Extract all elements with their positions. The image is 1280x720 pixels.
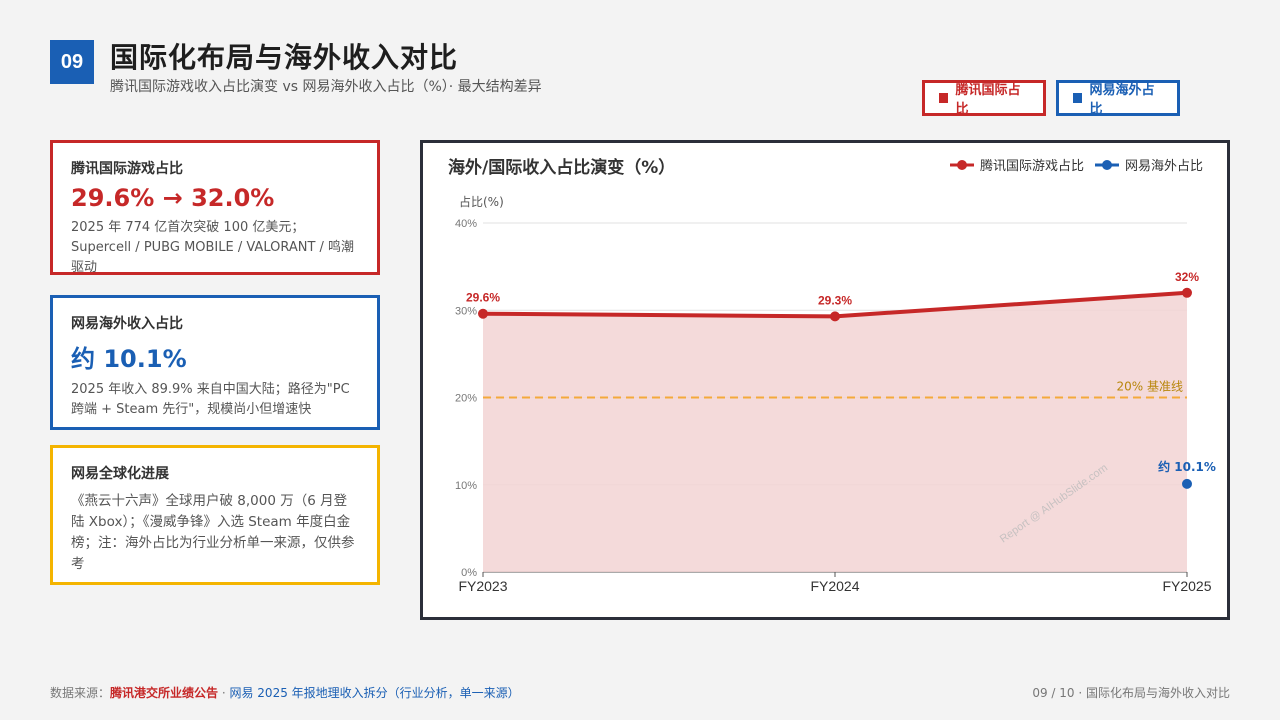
x-tick-label: FY2025 — [1162, 578, 1211, 594]
y-axis-label: 占比(%) — [459, 194, 504, 209]
page-subtitle: 腾讯国际游戏收入占比演变 vs 网易海外收入占比（%）· 最大结构差异 — [110, 79, 542, 95]
legend-label-tencent: 腾讯国际游戏占比 — [980, 158, 1084, 174]
legend-tag-label: 网易海外占比 — [1089, 83, 1155, 117]
chart-title: 海外/国际收入占比演变（%） — [448, 157, 675, 178]
x-tick-label: FY2023 — [458, 578, 507, 594]
card-netease-global: 网易全球化进展 《燕云十六声》全球用户破 8,000 万（6 月登陆 Xbox）… — [50, 445, 380, 585]
data-point-tencent — [478, 308, 488, 319]
page-title: 国际化布局与海外收入对比 — [110, 41, 459, 74]
legend-square-icon — [939, 93, 949, 103]
footer-source-prefix: 数据来源： — [50, 686, 111, 700]
card-title: 网易全球化进展 — [71, 466, 169, 482]
card-title: 网易海外收入占比 — [71, 316, 183, 332]
card-netease-overseas: 网易海外收入占比 约 10.1% 2025 年收入 89.9% 来自中国大陆；路… — [50, 295, 380, 430]
data-label-tencent: 32% — [1175, 270, 1199, 284]
legend-marker-tencent — [957, 160, 967, 170]
card-title: 腾讯国际游戏占比 — [71, 161, 183, 177]
card-description: 2025 年收入 89.9% 来自中国大陆；路径为"PC 跨端 + Steam … — [71, 382, 350, 417]
data-label-tencent: 29.3% — [818, 293, 852, 307]
legend-square-icon — [1073, 93, 1083, 103]
card-description: 《燕云十六声》全球用户破 8,000 万（6 月登陆 Xbox）；《漫威争锋》入… — [71, 493, 355, 572]
footer-page-info: 09 / 10 · 国际化布局与海外收入对比 — [1032, 686, 1230, 700]
y-tick-label: 20% — [455, 393, 477, 405]
chart-panel: 海外/国际收入占比演变（%） 占比(%) 0% 10% 20% 30% 40% FY2023 F… — [420, 140, 1230, 620]
legend-tag-netease: 网易海外占比 — [1056, 80, 1180, 117]
data-label-netease: 约 10.1% — [1158, 459, 1216, 474]
legend-tag-tencent: 腾讯国际占比 — [922, 80, 1046, 117]
card-value: 约 10.1% — [71, 345, 187, 373]
series-area-tencent — [483, 292, 1187, 572]
card-description: 2025 年 774 亿首次突破 100 亿美元；Supercell / PUB… — [71, 220, 355, 275]
data-point-tencent — [830, 311, 840, 322]
footer-source: 数据来源：腾讯港交所业绩公告 · 网易 2025 年报地理收入拆分（行业分析，单… — [50, 684, 520, 701]
footer-source-tencent: 腾讯港交所业绩公告 — [110, 686, 219, 700]
legend-tag-label: 腾讯国际占比 — [955, 83, 1021, 117]
y-tick-label: 30% — [455, 305, 477, 317]
reference-line-label: 20% 基准线 — [1117, 380, 1184, 394]
card-tencent-intl: 腾讯国际游戏占比 29.6% → 32.0% 2025 年 774 亿首次突破 … — [50, 140, 380, 275]
data-point-netease — [1182, 478, 1192, 489]
card-value: 29.6% → 32.0% — [71, 184, 275, 212]
footer-source-netease: 网易 2025 年报地理收入拆分（行业分析，单一来源） — [229, 686, 520, 700]
y-tick-label: 40% — [455, 218, 477, 230]
data-point-tencent — [1182, 287, 1192, 298]
legend-marker-netease — [1102, 160, 1112, 170]
y-tick-label: 10% — [455, 480, 477, 492]
line-chart: 海外/国际收入占比演变（%）占比(%)0%10%20%30%40%FY2023 F… — [448, 157, 1216, 594]
legend-label-netease: 网易海外占比 — [1125, 159, 1203, 174]
data-label-tencent: 29.6% — [466, 291, 500, 305]
x-tick-label: FY2024 — [810, 578, 859, 594]
footer-source-separator: · — [218, 686, 230, 700]
page-number-badge: 09 — [50, 40, 94, 84]
